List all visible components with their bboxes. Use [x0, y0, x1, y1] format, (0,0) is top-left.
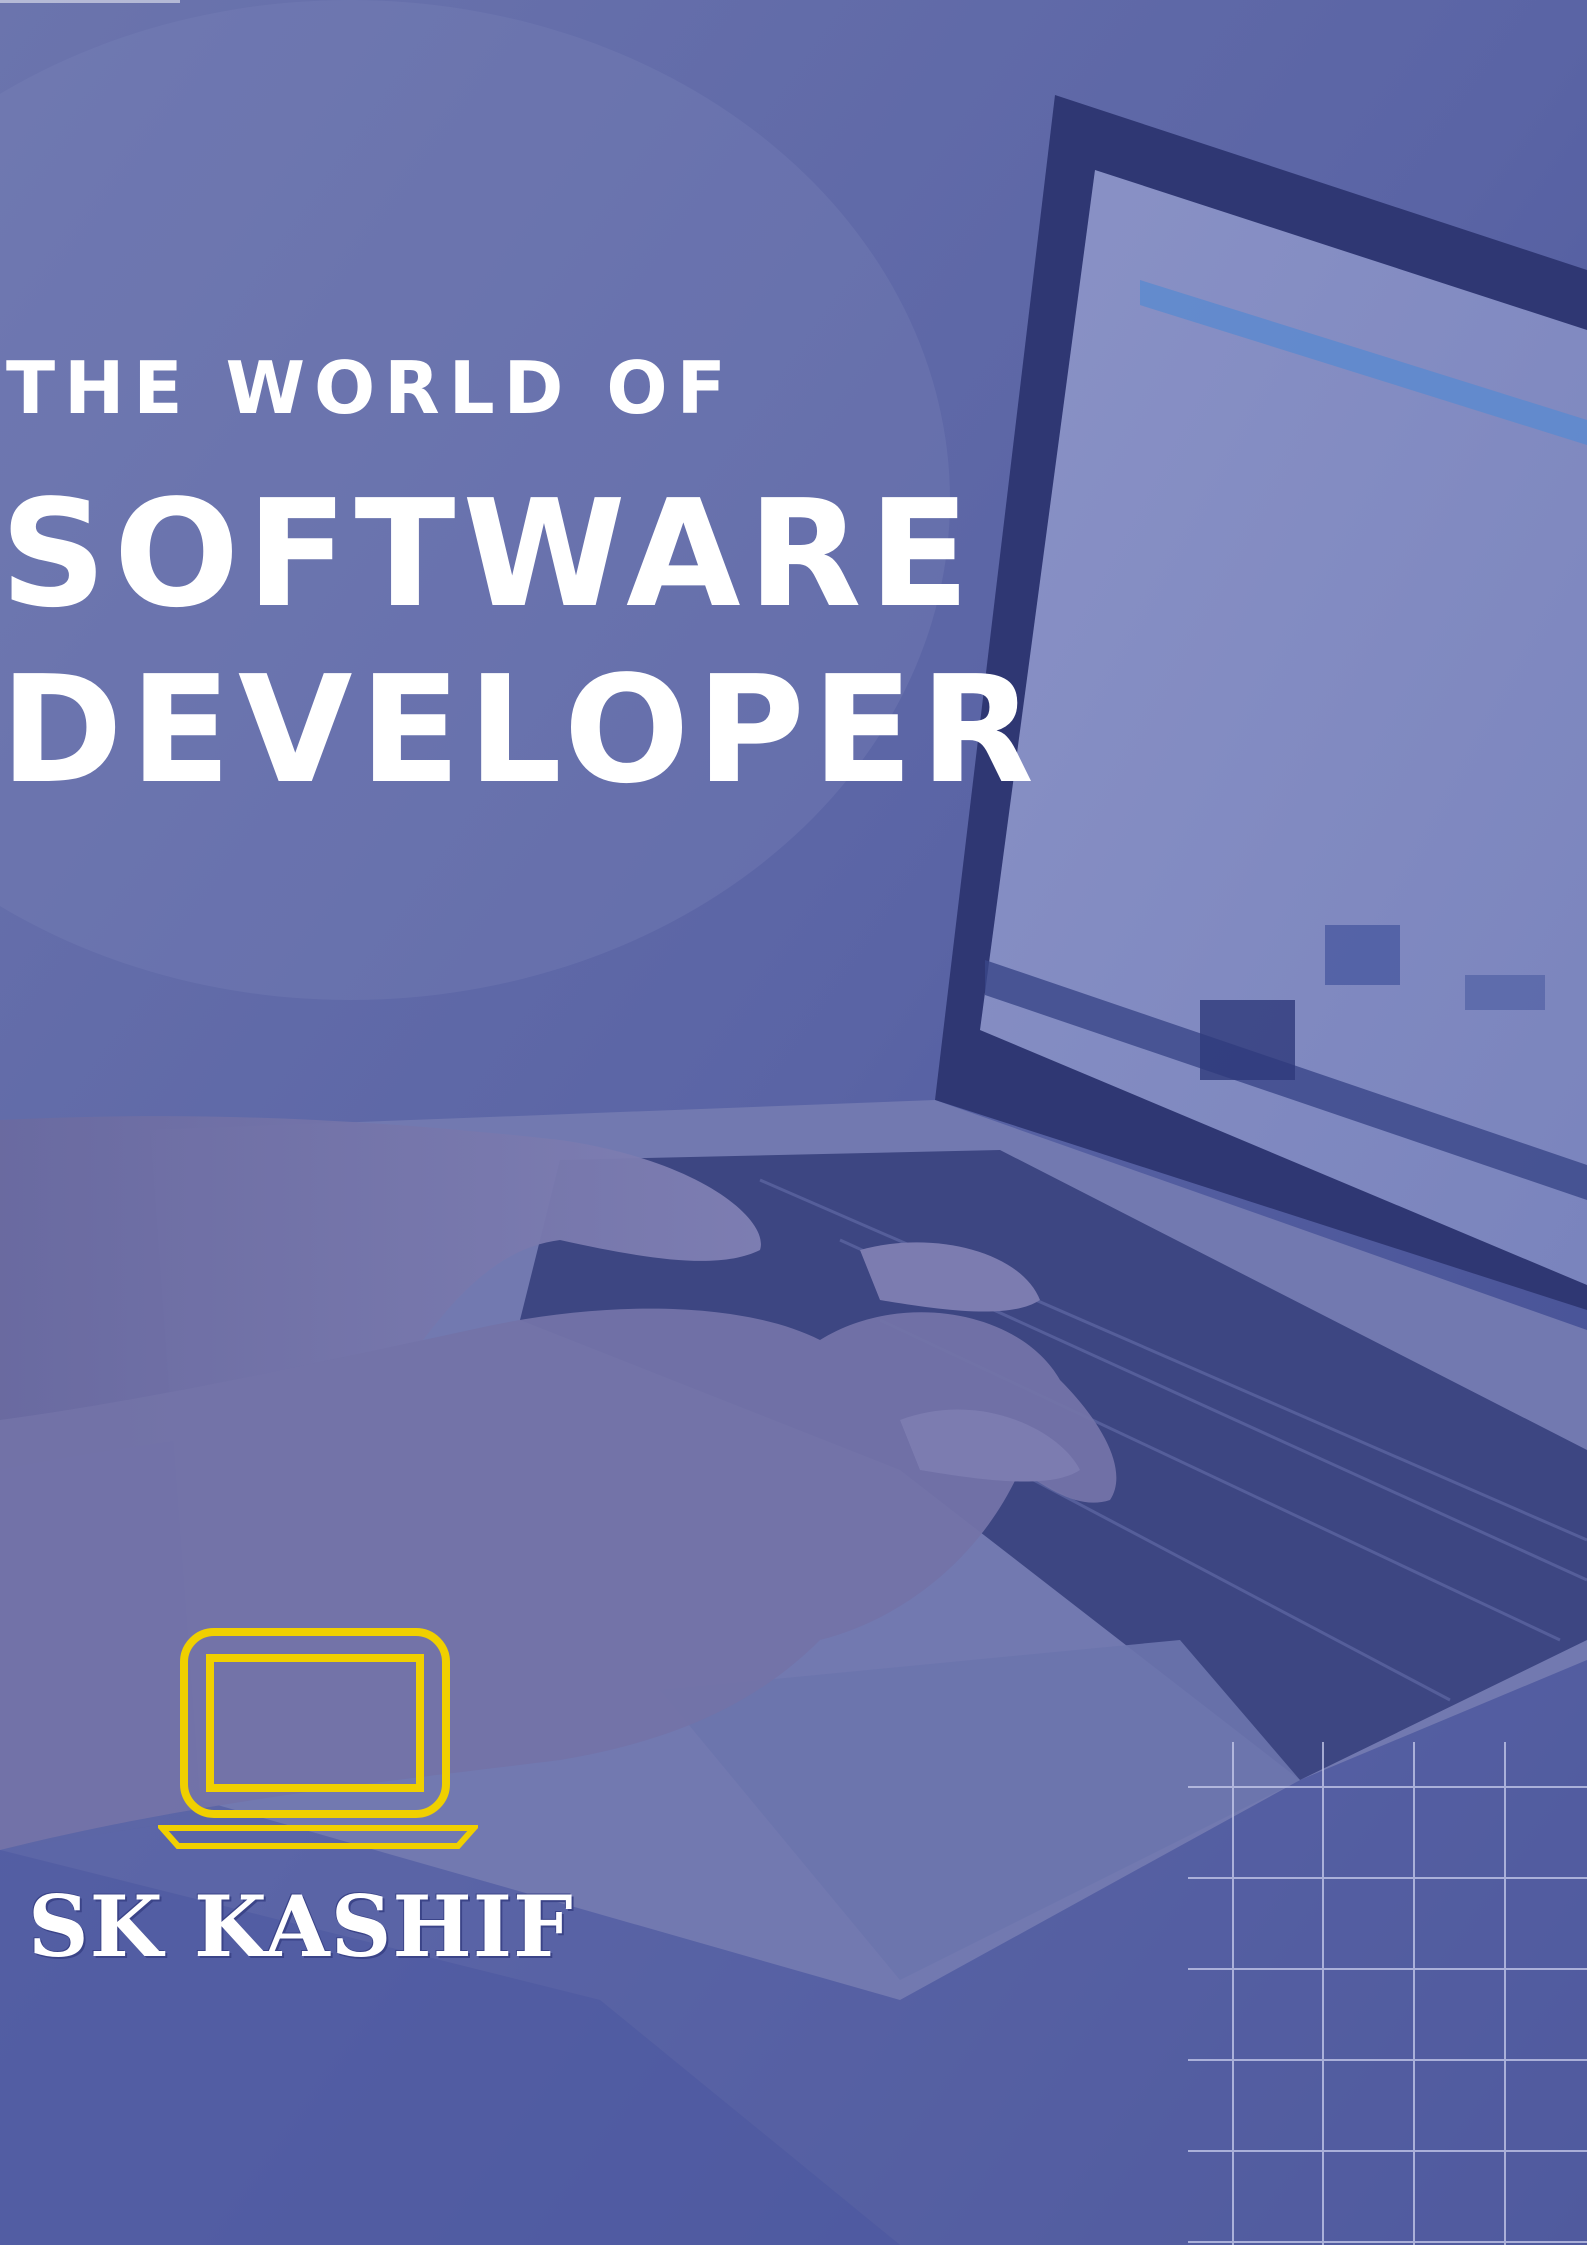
title-prefix: THE WORLD OF [6, 346, 735, 430]
title-main-line1: SOFTWARE [0, 468, 977, 640]
laptop-icon [158, 1628, 478, 1849]
title-main-line2: DEVELOPER [0, 644, 1041, 816]
author-name: SK KASHIF [28, 1877, 574, 1976]
decorative-grid [1188, 1742, 1587, 2245]
